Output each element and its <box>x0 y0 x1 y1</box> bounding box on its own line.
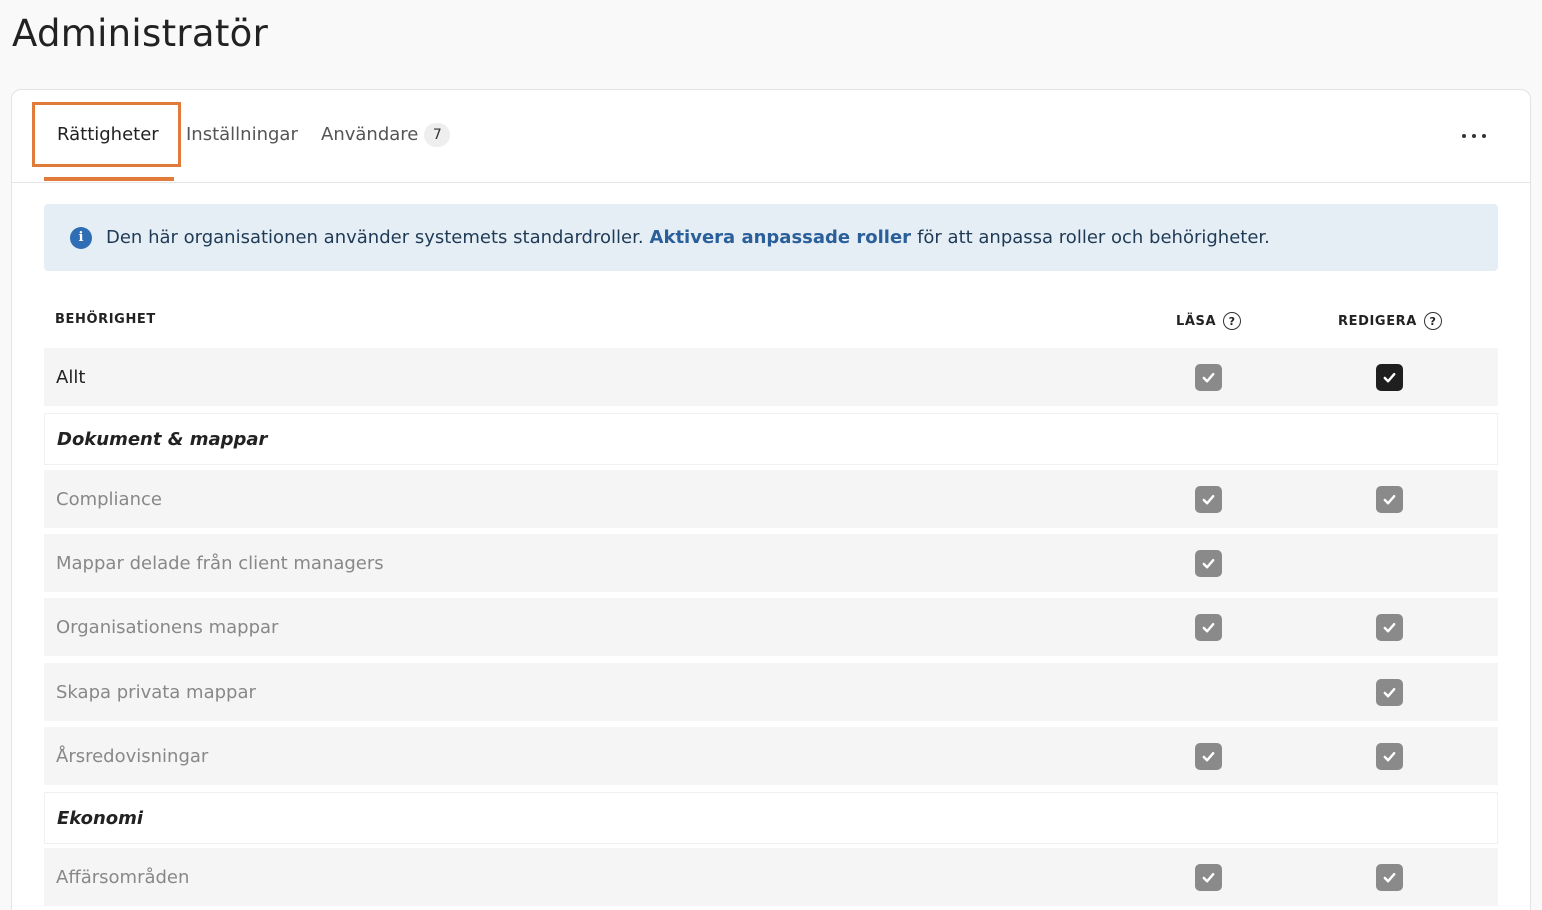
column-header-permission: BEHÖRIGHET <box>55 312 156 327</box>
section-header-row: Ekonomi <box>44 792 1498 844</box>
table-row: Allt <box>44 348 1498 406</box>
edit-checkbox[interactable] <box>1376 486 1403 513</box>
edit-checkbox[interactable] <box>1376 743 1403 770</box>
table-header: BEHÖRIGHET LÄSA ? REDIGERA ? <box>44 308 1498 332</box>
tab-anvandare[interactable]: Användare 7 <box>321 123 451 147</box>
column-header-read-label: LÄSA <box>1176 313 1217 329</box>
read-checkbox[interactable] <box>1195 550 1222 577</box>
more-options-icon[interactable] <box>1462 126 1486 146</box>
user-count-badge: 7 <box>424 123 451 147</box>
permission-label: Allt <box>56 366 86 388</box>
permission-label: Organisationens mappar <box>56 616 279 638</box>
read-checkbox[interactable] <box>1195 743 1222 770</box>
read-checkbox[interactable] <box>1195 864 1222 891</box>
tab-installningar[interactable]: Inställningar <box>186 124 298 145</box>
table-row: Mappar delade från client managers <box>44 534 1498 592</box>
edit-checkbox[interactable] <box>1376 364 1403 391</box>
column-header-edit: REDIGERA ? <box>1338 312 1442 330</box>
info-icon: i <box>70 226 92 249</box>
permission-label: Skapa privata mappar <box>56 681 256 703</box>
permission-label: Compliance <box>56 488 162 510</box>
table-row: Årsredovisningar <box>44 727 1498 785</box>
info-text-after: för att anpassa roller och behörigheter. <box>917 227 1270 248</box>
table-row: Skapa privata mappar <box>44 663 1498 721</box>
tab-bar: Rättigheter Inställningar Användare 7 <box>12 90 1530 183</box>
table-row: Affärsområden <box>44 848 1498 906</box>
active-tab-indicator <box>44 177 174 181</box>
edit-checkbox[interactable] <box>1376 614 1403 641</box>
section-header-row: Dokument & mappar <box>44 413 1498 465</box>
permission-label: Affärsområden <box>56 866 190 888</box>
table-row: Organisationens mappar <box>44 598 1498 656</box>
info-banner: i Den här organisationen använder system… <box>44 204 1498 271</box>
page-title: Administratör <box>12 12 269 55</box>
read-checkbox[interactable] <box>1195 614 1222 641</box>
tab-rattigheter[interactable]: Rättigheter <box>57 124 159 145</box>
edit-checkbox[interactable] <box>1376 864 1403 891</box>
info-text-before: Den här organisationen använder systemet… <box>106 227 644 248</box>
permission-label: Årsredovisningar <box>56 745 209 767</box>
section-title: Ekonomi <box>57 807 144 829</box>
table-row: Compliance <box>44 470 1498 528</box>
column-header-read: LÄSA ? <box>1176 312 1242 330</box>
help-icon[interactable]: ? <box>1223 312 1242 330</box>
read-checkbox[interactable] <box>1195 486 1222 513</box>
read-checkbox[interactable] <box>1195 364 1222 391</box>
help-icon[interactable]: ? <box>1423 312 1442 330</box>
column-header-edit-label: REDIGERA <box>1338 313 1417 329</box>
permission-label: Mappar delade från client managers <box>56 552 384 574</box>
permissions-card: Rättigheter Inställningar Användare 7 i D… <box>11 89 1531 910</box>
tab-anvandare-label: Användare <box>321 124 419 145</box>
enable-custom-roles-link[interactable]: Aktivera anpassade roller <box>650 227 912 248</box>
section-title: Dokument & mappar <box>57 428 268 450</box>
edit-checkbox[interactable] <box>1376 679 1403 706</box>
